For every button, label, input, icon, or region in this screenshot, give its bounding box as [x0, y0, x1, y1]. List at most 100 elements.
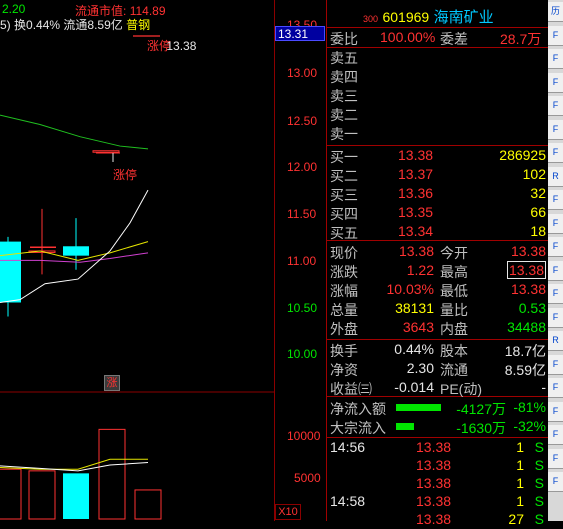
- toolbar-button[interactable]: F: [548, 472, 563, 492]
- toolbar-button[interactable]: R: [548, 166, 563, 187]
- quote-value: 13.38: [398, 243, 434, 259]
- bid-label: 买五: [330, 225, 358, 241]
- stock-code-prefix: 300: [363, 14, 379, 24]
- tick-row[interactable]: 13.38 27 S: [328, 511, 548, 529]
- tick-side-flag: S: [534, 475, 544, 491]
- ma-line-green: [0, 114, 149, 150]
- ask-row[interactable]: 卖一: [328, 124, 548, 142]
- toolbar-button[interactable]: F: [548, 237, 563, 257]
- bid-row[interactable]: 买一 13.38 286925: [328, 147, 548, 165]
- quote-row: 涨幅 10.03% 最低 13.38: [328, 281, 548, 299]
- volume-tick: 10000: [287, 429, 321, 443]
- toolbar-button[interactable]: F: [548, 49, 563, 69]
- tick-row[interactable]: 14:56 13.38 1 S: [328, 439, 548, 457]
- volume-bar: [0, 468, 22, 520]
- toolbar-button[interactable]: R: [548, 331, 563, 351]
- axis-tick: 10.00: [287, 347, 318, 361]
- toolbar-button[interactable]: F: [548, 260, 563, 281]
- flow-row: 净流入额 -4127万 -81%: [328, 399, 548, 417]
- toolbar-button[interactable]: F: [548, 401, 563, 422]
- ask-row[interactable]: 卖四: [328, 67, 548, 85]
- fund-label: PE(动): [440, 381, 482, 397]
- toolbar-button[interactable]: F: [548, 25, 563, 46]
- tick-row[interactable]: 13.38 1 S: [328, 475, 548, 493]
- volume-bar: [134, 489, 162, 520]
- quote-value: 1.22: [406, 262, 434, 278]
- ma-partial-label: 5): [0, 18, 11, 32]
- ask-row[interactable]: 卖二: [328, 105, 548, 123]
- toolbar-button[interactable]: F: [548, 307, 563, 328]
- toolbar-button[interactable]: F: [548, 119, 563, 140]
- bid-row[interactable]: 买三 13.36 32: [328, 185, 548, 203]
- tick-volume: 1: [516, 439, 524, 455]
- toolbar-button[interactable]: F: [548, 378, 563, 398]
- toolbar-button[interactable]: F: [548, 354, 563, 375]
- fund-row: 净资 2.30 流通 8.59亿: [328, 360, 548, 378]
- float-shares-text: 流通8.59亿: [63, 18, 123, 32]
- bid-volume: 102: [522, 166, 546, 182]
- tick-time: 14:58: [330, 493, 366, 509]
- fund-label: 收益㈢: [330, 381, 372, 397]
- volume-bar: [98, 428, 126, 520]
- toolbar-button[interactable]: F: [548, 448, 563, 469]
- fund-label: 股本: [440, 343, 468, 359]
- tick-row[interactable]: 13.38 1 S: [328, 457, 548, 475]
- toolbar-button[interactable]: F: [548, 190, 563, 210]
- bid-label: 买一: [330, 149, 358, 165]
- fund-value: 2.30: [406, 360, 434, 376]
- axis-tick: 12.00: [287, 160, 318, 174]
- toolbar-button[interactable]: 历: [548, 2, 563, 22]
- quote-value: 13.38: [506, 261, 546, 279]
- tick-list[interactable]: 14:56 13.38 1 S 13.38 1 S 13.38 1 S 14:58 13.38 1 S 13…: [328, 439, 548, 527]
- ask-book: 卖五卖四 卖三 卖二 卖一: [328, 48, 548, 144]
- bid-row[interactable]: 买四 13.35 66: [328, 204, 548, 222]
- bid-row[interactable]: 买五 13.34 18: [328, 223, 548, 241]
- toolbar-button[interactable]: F: [548, 425, 563, 445]
- tick-price: 13.38: [416, 457, 452, 473]
- toolbar-button[interactable]: F: [548, 96, 563, 116]
- limit-up-marker: 涨停: [113, 168, 138, 182]
- volume-bar: [28, 470, 56, 520]
- flow-value: -4127万: [456, 401, 506, 417]
- fund-value: 0.44%: [394, 341, 434, 357]
- order-ratio-row: 委比 100.00% 委差 28.7万: [328, 29, 548, 47]
- order-diff-value: 28.7万: [500, 31, 542, 47]
- fund-label: 净资: [330, 362, 358, 378]
- bid-label: 买二: [330, 168, 358, 184]
- ask-label: 卖五: [330, 50, 358, 66]
- stock-title[interactable]: 300 601969 海南矿业: [363, 6, 494, 27]
- ask-label: 卖四: [330, 69, 358, 85]
- candle-body: [92, 150, 120, 153]
- flow-bar: [396, 423, 414, 430]
- tick-time: 14:56: [330, 439, 366, 455]
- price-axis: 13.50 13.31 13.00 12.50 12.00 11.50 11.0…: [275, 0, 326, 521]
- order-ratio-label: 委比: [330, 31, 358, 47]
- axis-tick: 12.50: [287, 114, 318, 128]
- tick-side-flag: S: [534, 493, 544, 509]
- fund-label: 流通: [440, 362, 468, 378]
- quote-row: 涨跌 1.22 最高 13.38: [328, 261, 548, 280]
- candle-body: [63, 246, 89, 256]
- toolbar-button[interactable]: F: [548, 143, 563, 163]
- ask-row[interactable]: 卖五: [328, 48, 548, 66]
- bid-price: 13.37: [398, 166, 434, 182]
- ask-row[interactable]: 卖三: [328, 86, 548, 104]
- bid-label: 买四: [330, 206, 358, 222]
- bid-book: 买一 13.38 286925 买二 13.37 102 买三 13.36 32 买四 13.35 6…: [328, 147, 548, 241]
- candle-body: [0, 241, 21, 303]
- volume-bar: [63, 473, 89, 519]
- toolbar-button[interactable]: F: [548, 213, 563, 234]
- toolbar-button[interactable]: F: [548, 284, 563, 304]
- bid-row[interactable]: 买二 13.37 102: [328, 166, 548, 184]
- toolbar-button[interactable]: F: [548, 72, 563, 93]
- tick-row[interactable]: 14:58 13.38 1 S: [328, 493, 548, 511]
- kline-chart[interactable]: 2.20 流通市值: 114.89 5) 换0.44% 流通8.59亿 普钢 涨…: [0, 0, 275, 521]
- order-ratio-value: 100.00%: [380, 29, 436, 45]
- axis-tick: 10.50: [287, 301, 318, 315]
- quote-label: 最低: [440, 283, 468, 299]
- quote-value: 10.03%: [386, 281, 434, 297]
- header-prefix-value: 2.20: [2, 2, 26, 16]
- axis-tick: 11.50: [287, 207, 317, 221]
- tick-side-flag: S: [534, 457, 544, 473]
- volume-unit-label: X10: [275, 504, 301, 520]
